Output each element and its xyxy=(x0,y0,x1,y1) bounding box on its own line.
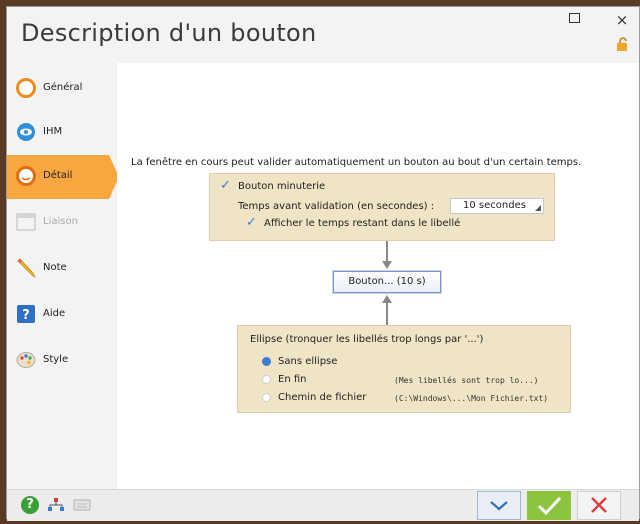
palette-icon xyxy=(16,352,36,368)
show-remaining-label[interactable]: Afficher le temps restant dans le libell… xyxy=(264,218,460,229)
button-description-dialog: Description d'un bouton × Général IHM Dé… xyxy=(6,6,640,521)
chevron-down-icon xyxy=(490,501,508,511)
sidebar-item-label: Général xyxy=(43,82,83,93)
help-icon[interactable]: ? xyxy=(21,496,39,514)
timer-checkbox-check-icon[interactable]: ✓ xyxy=(220,178,231,193)
sidebar: Général IHM Détail Liaison Note ? Aide S… xyxy=(7,63,119,483)
sidebar-item-detail[interactable]: Détail xyxy=(7,155,119,199)
timer-panel: ✓ Bouton minuterie Temps avant validatio… xyxy=(209,173,555,241)
delay-select[interactable]: 10 secondes xyxy=(450,198,544,214)
arrow-up-icon xyxy=(382,295,392,303)
sidebar-item-general[interactable]: Général xyxy=(7,67,115,111)
timer-checkbox-label[interactable]: Bouton minuterie xyxy=(238,181,325,192)
radio-label: En fin xyxy=(278,374,307,385)
checkmark-icon xyxy=(537,496,562,516)
radio-selected-icon xyxy=(262,357,271,366)
delay-label: Temps avant validation (en secondes) : xyxy=(238,201,435,212)
window-title: Description d'un bouton xyxy=(21,19,317,47)
title-bar: Description d'un bouton × xyxy=(7,7,639,61)
intro-text: La fenêtre en cours peut valider automat… xyxy=(131,157,582,168)
arrow-line-down xyxy=(386,241,388,263)
help-book-icon: ? xyxy=(17,305,35,323)
resize-grip-icon xyxy=(535,205,541,211)
preview-button[interactable]: Bouton... (10 s) xyxy=(333,271,441,293)
pencil-icon xyxy=(17,258,37,279)
arrow-down-icon xyxy=(382,261,392,269)
ellipsis-title: Ellipse (tronquer les libellés trop long… xyxy=(250,334,484,345)
keyboard-icon[interactable] xyxy=(73,496,91,514)
link-icon xyxy=(16,213,36,231)
en-fin-hint: (Mes libellés sont trop lo...) xyxy=(394,376,539,385)
ok-button[interactable] xyxy=(527,491,571,520)
sidebar-item-label: Aide xyxy=(43,308,66,319)
detail-icon xyxy=(16,166,36,186)
sidebar-item-label: IHM xyxy=(43,126,63,137)
sidebar-item-aide[interactable]: ? Aide xyxy=(7,293,115,337)
radio-label: Sans ellipse xyxy=(278,356,338,367)
show-remaining-check-icon[interactable]: ✓ xyxy=(246,215,257,230)
lock-icon[interactable] xyxy=(616,37,630,51)
cancel-button[interactable] xyxy=(577,491,621,520)
sidebar-item-note[interactable]: Note xyxy=(7,247,115,291)
sidebar-item-style[interactable]: Style xyxy=(7,339,115,383)
detail-content: La fenêtre en cours peut valider automat… xyxy=(117,63,639,489)
svg-text:?: ? xyxy=(22,308,30,323)
maximize-icon xyxy=(568,13,580,23)
close-button[interactable]: × xyxy=(611,11,633,29)
sidebar-item-label: Style xyxy=(43,354,69,365)
delay-value: 10 secondes xyxy=(463,200,526,211)
ellipsis-panel: Ellipse (tronquer les libellés trop long… xyxy=(237,325,571,413)
arrow-line-up xyxy=(386,303,388,325)
navigate-down-button[interactable] xyxy=(477,491,521,520)
sidebar-item-label: Liaison xyxy=(43,216,78,227)
close-x-icon xyxy=(591,497,607,513)
general-icon xyxy=(16,78,36,98)
sidebar-item-ihm[interactable]: IHM xyxy=(7,111,115,155)
network-icon[interactable] xyxy=(47,496,65,514)
sidebar-item-label: Détail xyxy=(43,170,73,181)
maximize-button[interactable] xyxy=(563,11,585,29)
radio-label: Chemin de fichier xyxy=(278,392,367,403)
bottom-bar: ? xyxy=(7,489,639,521)
sidebar-item-label: Note xyxy=(43,262,67,273)
radio-unselected-icon xyxy=(262,393,271,402)
sidebar-item-liaison[interactable]: Liaison xyxy=(7,201,115,245)
chemin-hint: (C:\Windows\...\Mon Fichier.txt) xyxy=(394,394,549,403)
radio-unselected-icon xyxy=(262,375,271,384)
eye-icon xyxy=(17,123,35,141)
